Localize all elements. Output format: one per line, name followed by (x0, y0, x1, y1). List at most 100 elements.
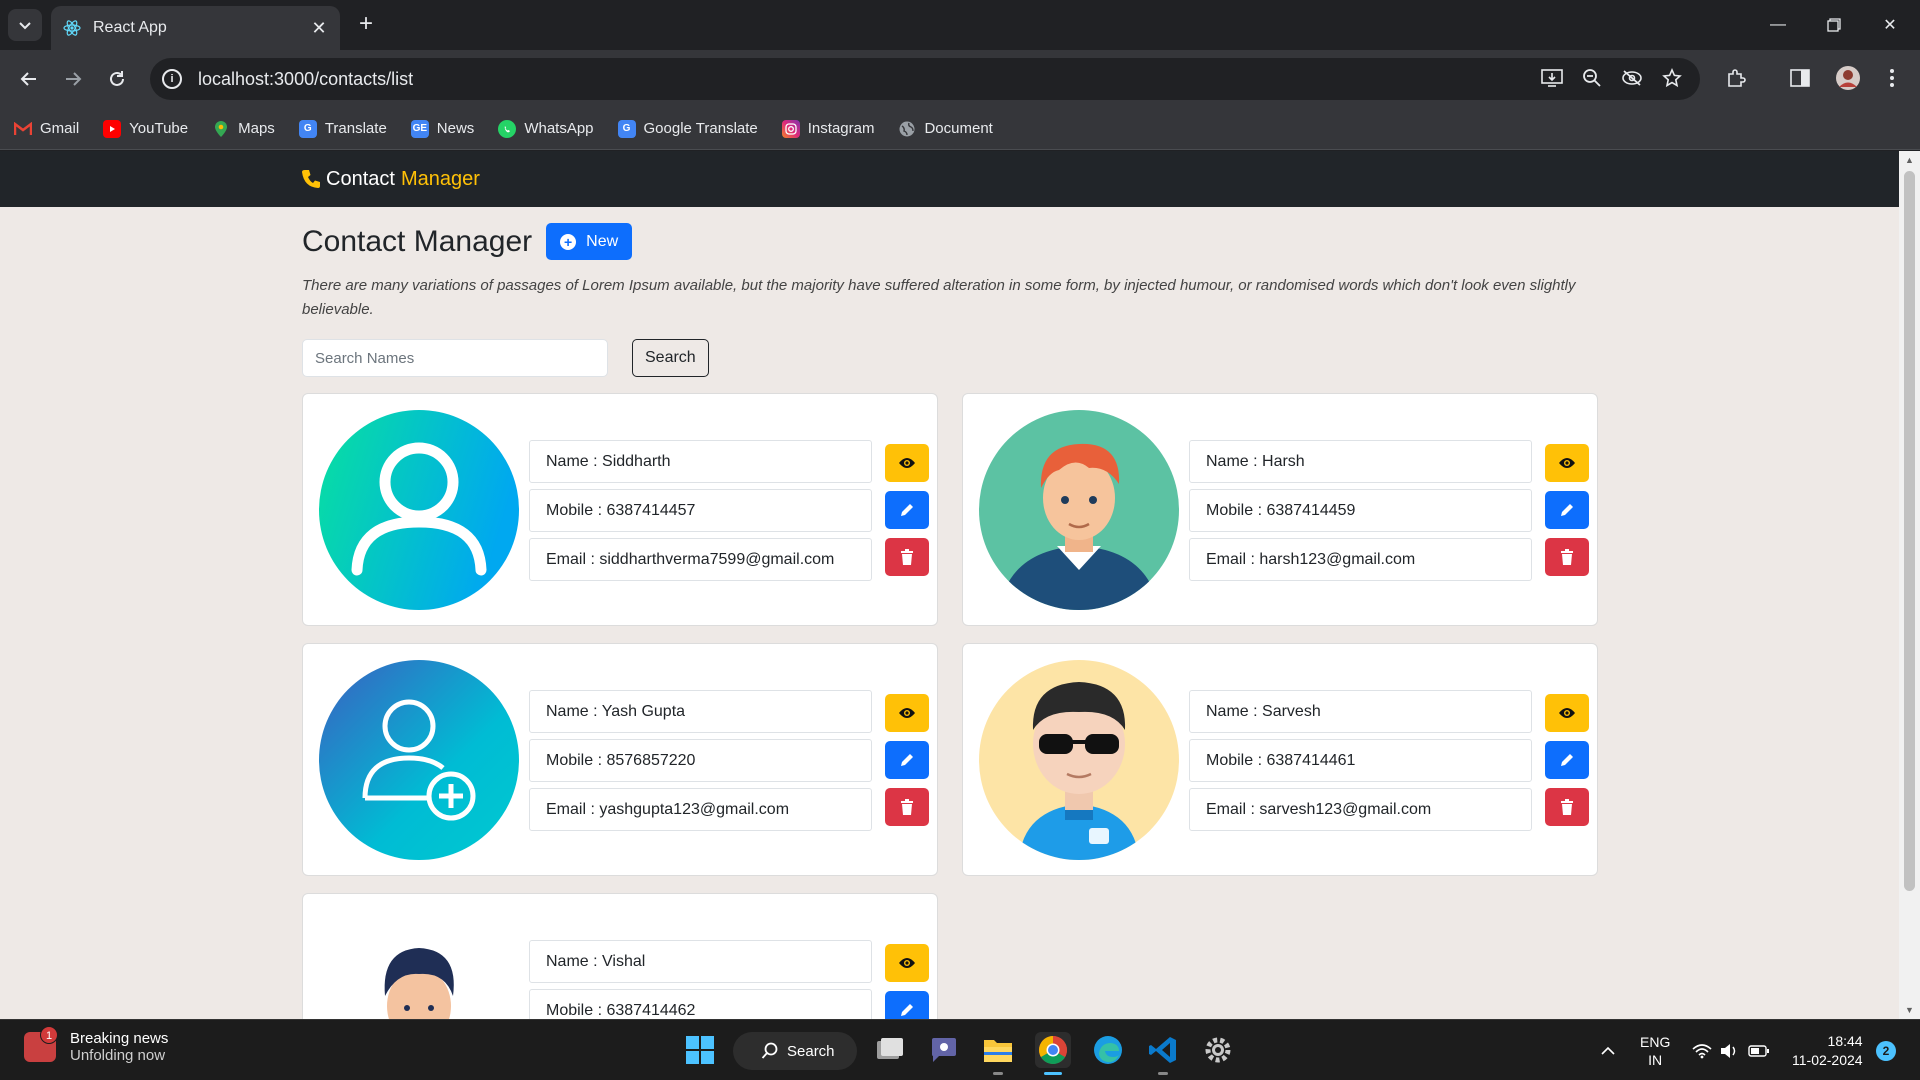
taskbar-search[interactable]: Search (733, 1032, 857, 1070)
view-button[interactable] (885, 444, 929, 482)
new-contact-button[interactable]: + New (546, 223, 633, 260)
view-button[interactable] (885, 944, 929, 982)
search-input[interactable] (302, 339, 608, 377)
contact-actions (1545, 444, 1589, 585)
new-tab-button[interactable]: + (353, 12, 379, 38)
extensions-icon[interactable] (1722, 64, 1750, 92)
minimize-button[interactable]: — (1758, 10, 1798, 40)
forward-button[interactable] (58, 64, 88, 94)
task-view-icon[interactable] (872, 1032, 908, 1068)
edit-button[interactable] (1545, 491, 1589, 529)
bookmarks-bar: Gmail YouTube Maps G Translate GE News W… (0, 108, 1920, 150)
scrollbar-thumb[interactable] (1904, 171, 1915, 891)
heading-row: Contact Manager + New (302, 223, 1598, 260)
dark-hair-man-avatar (319, 910, 519, 1019)
contact-fields: Name : Yash Gupta Mobile : 8576857220 Em… (529, 690, 872, 837)
trash-icon (901, 799, 913, 815)
zoom-icon[interactable] (1578, 64, 1606, 92)
contact-actions (1545, 694, 1589, 835)
edit-button[interactable] (885, 491, 929, 529)
settings-gear-icon[interactable] (1200, 1032, 1236, 1068)
news-badge: 1 (40, 1026, 58, 1044)
site-info-icon[interactable]: i (162, 69, 182, 89)
contact-email: Email : harsh123@gmail.com (1189, 538, 1532, 581)
navbar-brand[interactable]: Contact Manager (300, 168, 480, 191)
view-button[interactable] (1545, 444, 1589, 482)
address-bar[interactable]: i localhost:3000/contacts/list (150, 58, 1700, 100)
file-explorer-icon[interactable] (980, 1032, 1016, 1068)
contact-email: Email : yashgupta123@gmail.com (529, 788, 872, 831)
contact-fields: Name : Harsh Mobile : 6387414459 Email :… (1189, 440, 1532, 587)
bookmark-google-translate[interactable]: G Google Translate (617, 119, 758, 138)
react-logo-icon (63, 19, 81, 37)
delete-button[interactable] (885, 788, 929, 826)
edge-icon[interactable] (1090, 1032, 1126, 1068)
bookmark-youtube[interactable]: YouTube (103, 119, 188, 138)
delete-button[interactable] (1545, 788, 1589, 826)
side-panel-icon[interactable] (1786, 64, 1814, 92)
view-button[interactable] (1545, 694, 1589, 732)
youtube-icon (103, 119, 122, 138)
contact-name: Name : Siddharth (529, 440, 872, 483)
delete-button[interactable] (885, 538, 929, 576)
back-button[interactable] (14, 64, 44, 94)
battery-icon[interactable] (1748, 1020, 1770, 1080)
scroll-up-arrow-icon[interactable]: ▲ (1904, 155, 1915, 165)
contact-name: Name : Vishal (529, 940, 872, 983)
install-app-icon[interactable] (1538, 64, 1566, 92)
start-button[interactable] (682, 1032, 718, 1068)
search-row: Search (302, 339, 1598, 377)
bookmark-instagram[interactable]: Instagram (781, 119, 874, 138)
bookmark-maps[interactable]: Maps (212, 120, 275, 138)
chevron-down-icon (19, 22, 31, 30)
clock[interactable]: 18:44 11-02-2024 (1792, 1020, 1863, 1080)
new-button-label: New (586, 232, 619, 250)
edit-button[interactable] (885, 991, 929, 1019)
wifi-icon[interactable] (1692, 1020, 1712, 1080)
browser-tab-bar: React App ✕ + — ✕ (0, 0, 1920, 50)
contact-name: Name : Yash Gupta (529, 690, 872, 733)
news-icon: GE (410, 119, 429, 138)
news-subtitle: Unfolding now (70, 1047, 166, 1064)
language-indicator[interactable]: ENG IN (1640, 1020, 1670, 1080)
close-window-button[interactable]: ✕ (1870, 10, 1910, 40)
phone-icon (302, 170, 320, 188)
teams-chat-icon[interactable] (926, 1032, 962, 1068)
notification-center[interactable]: 2 (1876, 1020, 1896, 1080)
contact-fields: Name : Sarvesh Mobile : 6387414461 Email… (1189, 690, 1532, 837)
bookmark-star-icon[interactable] (1658, 64, 1686, 92)
tracking-protection-icon[interactable] (1618, 64, 1646, 92)
profile-avatar[interactable] (1834, 64, 1862, 92)
bookmark-whatsapp[interactable]: WhatsApp (498, 119, 594, 138)
clock-time: 18:44 (1827, 1032, 1863, 1049)
edit-button[interactable] (1545, 741, 1589, 779)
whatsapp-icon (498, 119, 517, 138)
scroll-down-arrow-icon[interactable]: ▼ (1904, 1005, 1915, 1015)
browser-toolbar: i localhost:3000/contacts/list (0, 50, 1920, 108)
tray-overflow-icon[interactable] (1600, 1020, 1616, 1080)
menu-kebab-icon[interactable] (1878, 64, 1906, 92)
pencil-icon (1561, 504, 1573, 516)
eye-icon (899, 708, 915, 718)
restore-button[interactable] (1814, 10, 1854, 40)
chrome-icon[interactable] (1035, 1032, 1071, 1068)
vscode-icon[interactable] (1145, 1032, 1181, 1068)
bookmark-translate[interactable]: G Translate (298, 119, 387, 138)
volume-icon[interactable] (1720, 1020, 1738, 1080)
reload-button[interactable] (102, 64, 132, 94)
bookmark-news[interactable]: GE News (410, 119, 474, 138)
view-button[interactable] (885, 694, 929, 732)
search-button[interactable]: Search (632, 339, 709, 377)
news-widget[interactable]: 1 Breaking news Unfolding now (24, 1026, 168, 1064)
delete-button[interactable] (1545, 538, 1589, 576)
bookmark-gmail[interactable]: Gmail (14, 120, 79, 138)
edit-button[interactable] (885, 741, 929, 779)
contact-mobile: Mobile : 6387414459 (1189, 489, 1532, 532)
url-text: localhost:3000/contacts/list (198, 68, 414, 89)
browser-tab[interactable]: React App ✕ (51, 6, 340, 50)
bookmark-document[interactable]: Document (898, 120, 993, 138)
tab-search-button[interactable] (8, 9, 42, 41)
contact-name: Name : Harsh (1189, 440, 1532, 483)
close-tab-icon[interactable]: ✕ (310, 18, 328, 38)
page-scrollbar[interactable]: ▲ ▼ (1899, 151, 1920, 1019)
